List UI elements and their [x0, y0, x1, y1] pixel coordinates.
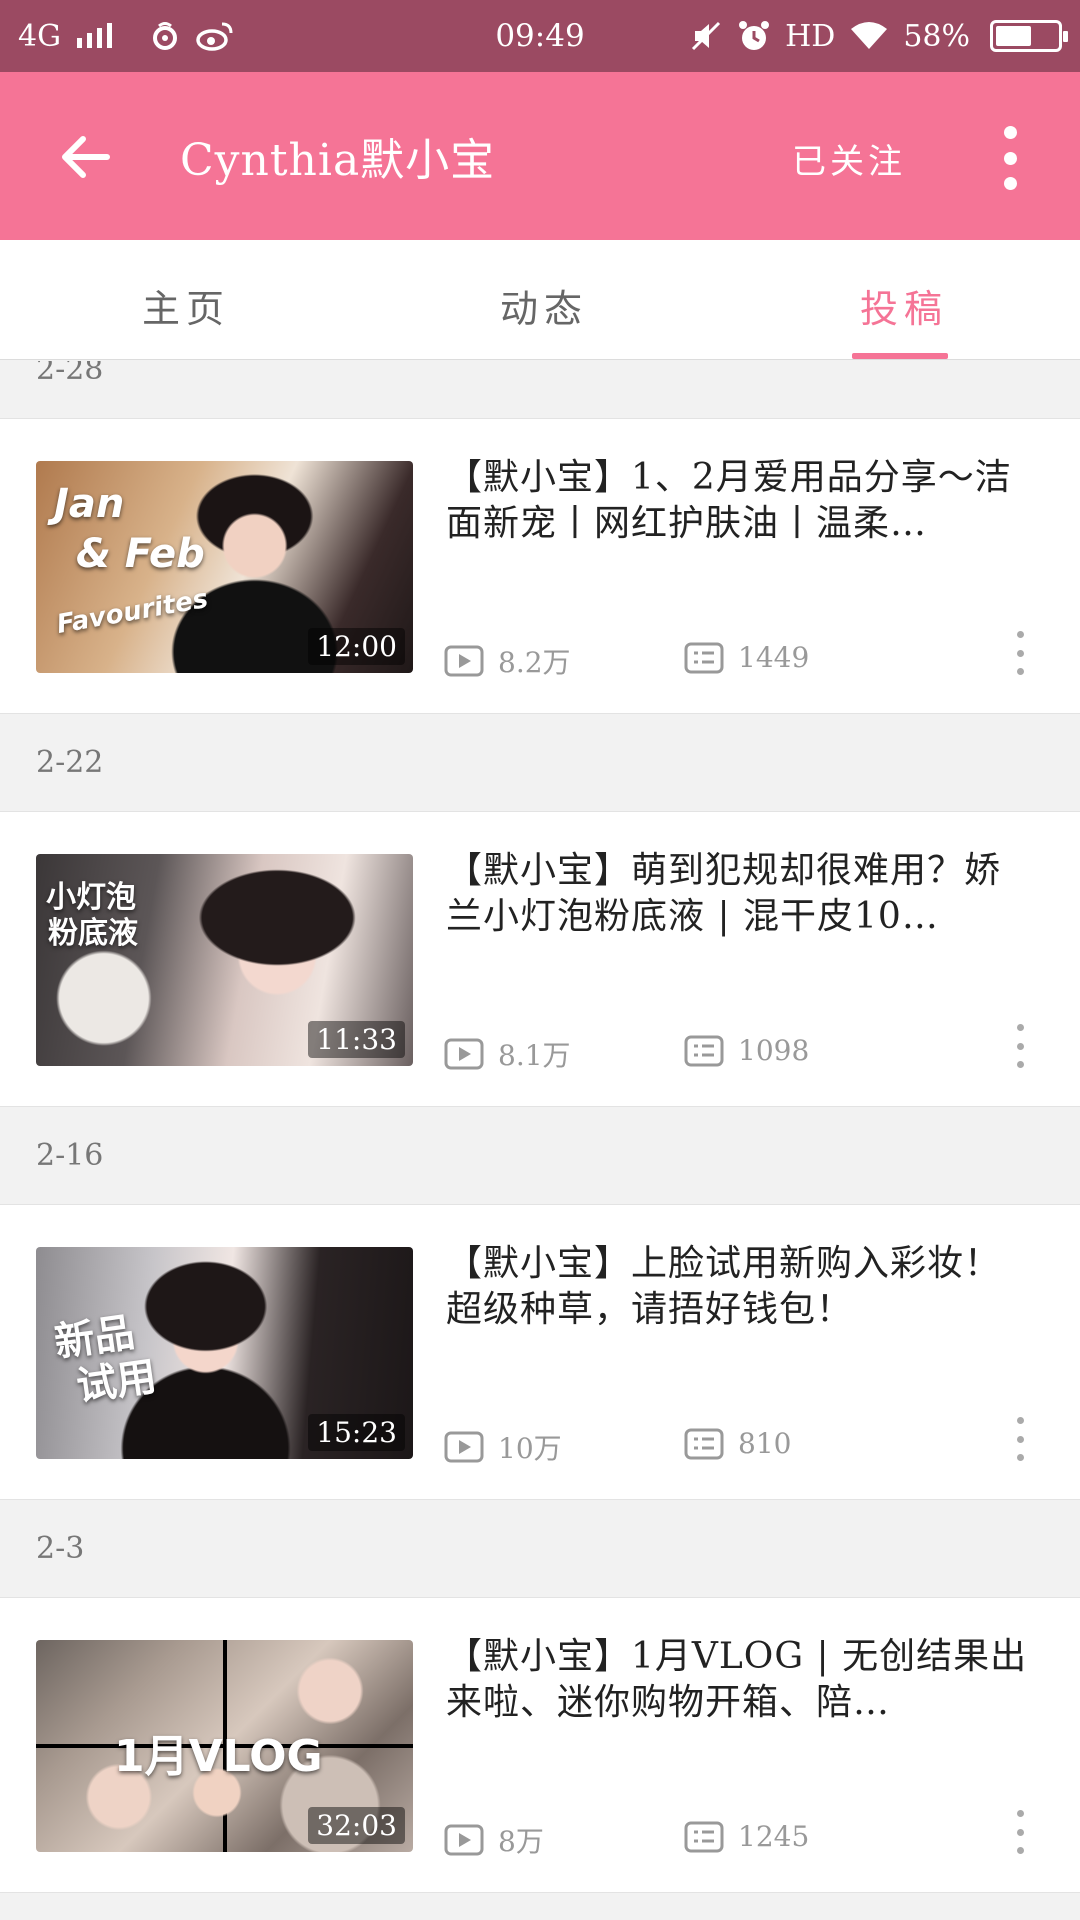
danmaku-icon [684, 1035, 724, 1066]
item-more-button[interactable] [1014, 631, 1026, 675]
video-title[interactable]: 【默小宝】1、2月爱用品分享～洁面新宠丨网红护肤油丨温柔… [446, 455, 1036, 547]
more-dot [1003, 151, 1017, 165]
status-bar: 4G 09:49 HD 58% [0, 0, 1080, 72]
danmaku-icon [684, 1821, 724, 1852]
video-card[interactable]: 小灯泡 粉底液 11:33 【默小宝】萌到犯规却很难用？娇兰小灯泡粉底液 | 混… [0, 812, 1080, 1107]
item-more-button[interactable] [1014, 1024, 1026, 1068]
play-count-value: 8.1万 [498, 1039, 571, 1072]
danmaku-count-value: 1449 [738, 641, 810, 674]
status-bar-left: 4G [18, 19, 235, 54]
network-type: 4G [18, 18, 62, 54]
tab-bar: 主页 动态 投稿 [0, 240, 1080, 360]
video-duration: 15:23 [308, 1414, 405, 1451]
danmaku-icon [684, 642, 724, 673]
app-bar: Cynthia默小宝 已关注 [0, 72, 1080, 240]
danmaku-count: 1245 [684, 1820, 809, 1853]
signal-icon [75, 22, 115, 50]
video-card[interactable]: 1月VLOG 32:03 【默小宝】1月VLOG | 无创结果出来啦、迷你购物开… [0, 1598, 1080, 1893]
play-count-value: 10万 [498, 1432, 562, 1465]
danmaku-count: 810 [684, 1427, 791, 1460]
tab-home[interactable]: 主页 [142, 278, 230, 333]
back-button[interactable] [50, 122, 120, 192]
thumbnail-caption: 粉底液 [48, 916, 138, 951]
video-title[interactable]: 【默小宝】1月VLOG | 无创结果出来啦、迷你购物开箱、陪… [446, 1634, 1036, 1726]
play-count: 10万 [444, 1427, 562, 1467]
danmaku-icon [684, 1428, 724, 1459]
thumbnail-caption: 试用 [73, 1353, 160, 1411]
video-duration: 11:33 [308, 1021, 405, 1058]
thumbnail-caption: & Feb [76, 531, 205, 577]
active-tab-indicator [852, 353, 948, 359]
play-icon [444, 1431, 484, 1463]
hd-indicator: HD [785, 18, 836, 54]
thumbnail-caption: 1月VLOG [114, 1731, 323, 1782]
date-header: 2-3 [0, 1500, 1080, 1598]
play-count-value: 8.2万 [498, 646, 571, 679]
play-count: 8.2万 [444, 641, 571, 681]
danmaku-count-value: 1245 [738, 1820, 810, 1853]
play-icon [444, 1824, 484, 1856]
video-thumbnail[interactable]: 新品 试用 15:23 [36, 1247, 413, 1459]
thumbnail-caption: Jan [54, 481, 125, 527]
more-dot [1003, 177, 1017, 190]
item-more-button[interactable] [1014, 1810, 1026, 1854]
tab-activity[interactable]: 动态 [500, 278, 588, 333]
video-card[interactable]: 新品 试用 15:23 【默小宝】上脸试用新购入彩妆！超级种草，请捂好钱包！ 1… [0, 1205, 1080, 1500]
play-count: 8万 [444, 1820, 544, 1860]
danmaku-count: 1098 [684, 1034, 809, 1067]
wifi-icon [849, 21, 889, 51]
video-duration: 32:03 [308, 1807, 405, 1844]
battery-percent: 58% [903, 18, 970, 54]
play-icon [444, 645, 484, 677]
tab-submissions[interactable]: 投稿 [860, 278, 948, 333]
app-notification-icon [149, 20, 181, 52]
arrow-left-icon [62, 136, 110, 178]
play-count: 8.1万 [444, 1034, 571, 1074]
danmaku-count: 1449 [684, 641, 809, 674]
battery-icon [990, 20, 1068, 52]
video-title[interactable]: 【默小宝】萌到犯规却很难用？娇兰小灯泡粉底液 | 混干皮10… [446, 848, 1036, 940]
video-thumbnail[interactable]: Jan & Feb Favourites 12:00 [36, 461, 413, 673]
video-thumbnail[interactable]: 1月VLOG 32:03 [36, 1640, 413, 1852]
more-dot [1003, 126, 1017, 139]
more-options-button[interactable] [990, 126, 1030, 190]
danmaku-count-value: 1098 [738, 1034, 810, 1067]
weibo-icon [195, 20, 235, 52]
date-header: 2-28 [0, 361, 1080, 419]
page-title: Cynthia默小宝 [180, 135, 496, 186]
video-card[interactable]: Jan & Feb Favourites 12:00 【默小宝】1、2月爱用品分… [0, 419, 1080, 714]
play-count-value: 8万 [498, 1825, 544, 1858]
video-thumbnail[interactable]: 小灯泡 粉底液 11:33 [36, 854, 413, 1066]
date-header: 2-16 [0, 1107, 1080, 1205]
follow-button[interactable]: 已关注 [792, 134, 906, 183]
mute-icon [689, 19, 723, 53]
danmaku-count-value: 810 [738, 1427, 792, 1460]
status-bar-right: HD 58% [689, 18, 1068, 54]
video-duration: 12:00 [308, 628, 405, 665]
video-feed[interactable]: 2-28 Jan & Feb Favourites 12:00 【默小宝】1、2… [0, 361, 1080, 1920]
battery-level [996, 26, 1031, 46]
play-icon [444, 1038, 484, 1070]
video-title[interactable]: 【默小宝】上脸试用新购入彩妆！超级种草，请捂好钱包！ [446, 1241, 1036, 1333]
date-header: 2-22 [0, 714, 1080, 812]
alarm-icon [737, 19, 771, 53]
item-more-button[interactable] [1014, 1417, 1026, 1461]
